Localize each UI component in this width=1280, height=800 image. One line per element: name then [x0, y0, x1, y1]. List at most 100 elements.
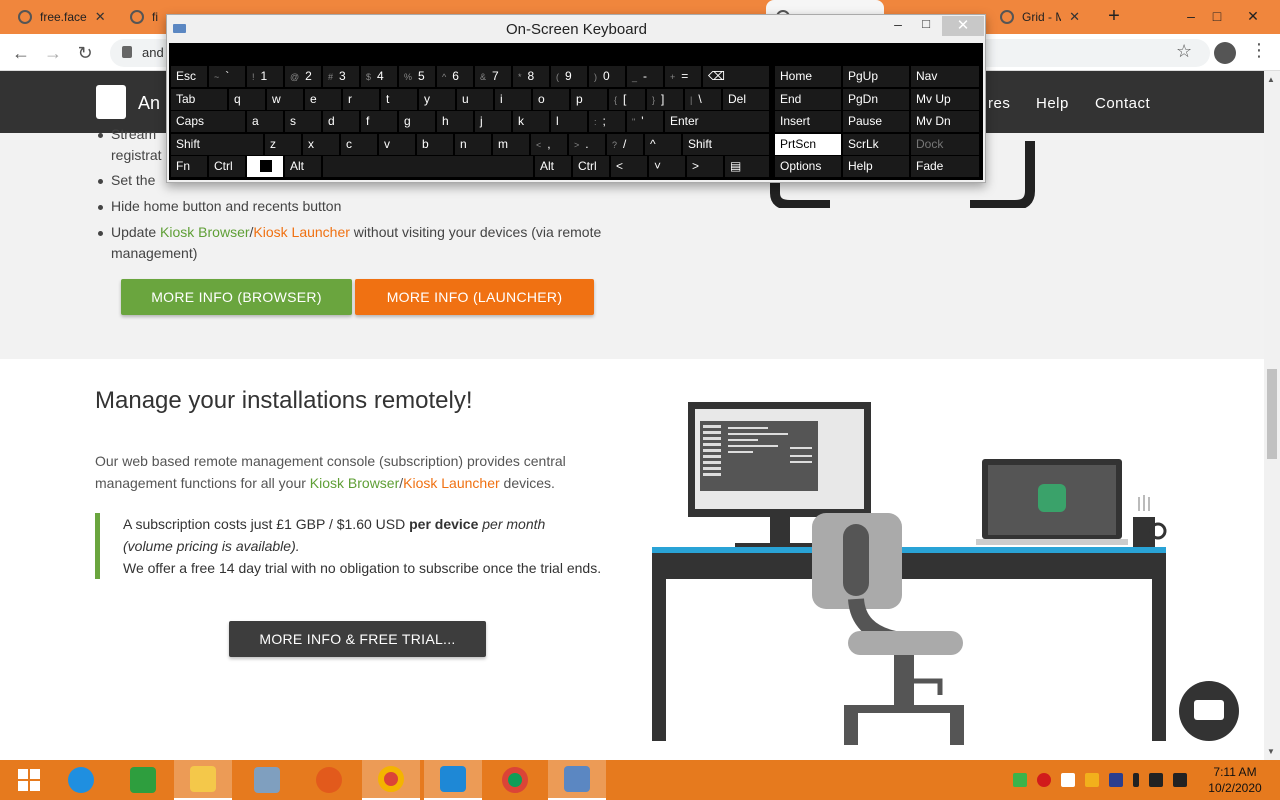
- forward-arrow-icon[interactable]: →: [40, 40, 66, 66]
- taskbar-file-explorer[interactable]: [174, 760, 232, 800]
- taskbar-chrome-2[interactable]: [486, 760, 544, 800]
- nav-link-help[interactable]: Help: [1036, 95, 1069, 112]
- key-backtick[interactable]: ~ `: [209, 66, 245, 87]
- taskbar-chrome[interactable]: [362, 760, 420, 800]
- key-tab[interactable]: Tab: [171, 89, 227, 110]
- key-a[interactable]: a: [247, 111, 283, 132]
- key-up-arrow-icon[interactable]: ^: [645, 134, 681, 155]
- key-mv-dn[interactable]: Mv Dn: [911, 111, 979, 132]
- key-quote[interactable]: " ': [627, 111, 663, 132]
- key-d[interactable]: d: [323, 111, 359, 132]
- tray-app-icon[interactable]: [1013, 773, 1027, 787]
- key-menu-icon[interactable]: ▤: [725, 156, 769, 177]
- site-logo-text[interactable]: An: [138, 93, 160, 114]
- key-t[interactable]: t: [381, 89, 417, 110]
- kiosk-browser-link[interactable]: Kiosk Browser: [160, 224, 249, 240]
- key-g[interactable]: g: [399, 111, 435, 132]
- key-p[interactable]: p: [571, 89, 607, 110]
- scrollbar-thumb[interactable]: [1267, 369, 1277, 459]
- key-slash[interactable]: ? /: [607, 134, 643, 155]
- new-tab-button[interactable]: +: [1102, 4, 1126, 28]
- tray-opera-icon[interactable]: [1037, 773, 1051, 787]
- kiosk-launcher-link[interactable]: Kiosk Launcher: [253, 224, 350, 240]
- key-comma[interactable]: <,: [531, 134, 567, 155]
- tray-office-icon[interactable]: [1085, 773, 1099, 787]
- key-7[interactable]: & 7: [475, 66, 511, 87]
- profile-avatar-icon[interactable]: [1214, 42, 1236, 64]
- key-8[interactable]: * 8: [513, 66, 549, 87]
- key-5[interactable]: % 5: [399, 66, 435, 87]
- key-windows-icon[interactable]: [247, 156, 283, 177]
- key-n[interactable]: n: [455, 134, 491, 155]
- key-q[interactable]: q: [229, 89, 265, 110]
- osk-maximize-button[interactable]: □: [913, 16, 939, 31]
- key-close-bracket[interactable]: }]: [647, 89, 683, 110]
- key-enter[interactable]: Enter: [665, 111, 769, 132]
- scroll-down-icon[interactable]: ▼: [1267, 747, 1275, 756]
- key-equals[interactable]: + =: [665, 66, 701, 87]
- key-2[interactable]: @2: [285, 66, 321, 87]
- browser-menu-icon[interactable]: ⋮: [1250, 40, 1268, 61]
- key-shift-right[interactable]: Shift: [683, 134, 769, 155]
- key-b[interactable]: b: [417, 134, 453, 155]
- key-u[interactable]: u: [457, 89, 493, 110]
- key-fn[interactable]: Fn: [171, 156, 207, 177]
- reload-icon[interactable]: ↻: [72, 40, 98, 66]
- osk-minimize-button[interactable]: –: [885, 16, 911, 32]
- key-shift-left[interactable]: Shift: [171, 134, 263, 155]
- battery-icon[interactable]: [1133, 773, 1139, 787]
- key-c[interactable]: c: [341, 134, 377, 155]
- key-3[interactable]: #3: [323, 66, 359, 87]
- taskbar-store[interactable]: [114, 760, 172, 800]
- key-dock[interactable]: Dock: [911, 134, 979, 155]
- key-0[interactable]: ) 0: [589, 66, 625, 87]
- nav-link-features[interactable]: res: [988, 95, 1010, 112]
- key-help[interactable]: Help: [843, 156, 909, 177]
- more-info-free-trial-button[interactable]: MORE INFO & FREE TRIAL...: [229, 621, 486, 657]
- key-scrlk[interactable]: ScrLk: [843, 134, 909, 155]
- key-down-arrow-icon[interactable]: ˅: [649, 156, 685, 177]
- key-e[interactable]: e: [305, 89, 341, 110]
- taskbar-clock[interactable]: 7:11 AM 10/2/2020: [1196, 764, 1274, 796]
- tray-flag-icon[interactable]: [1061, 773, 1075, 787]
- key-m[interactable]: m: [493, 134, 529, 155]
- key-insert[interactable]: Insert: [775, 111, 841, 132]
- key-1[interactable]: ! 1: [247, 66, 283, 87]
- osk-close-button[interactable]: ✕: [942, 16, 984, 36]
- scroll-up-icon[interactable]: ▲: [1267, 75, 1275, 84]
- key-y[interactable]: y: [419, 89, 455, 110]
- key-4[interactable]: $4: [361, 66, 397, 87]
- key-minus[interactable]: _ -: [627, 66, 663, 87]
- more-info-browser-button[interactable]: MORE INFO (BROWSER): [121, 279, 352, 315]
- more-info-launcher-button[interactable]: MORE INFO (LAUNCHER): [355, 279, 594, 315]
- taskbar-internet-explorer[interactable]: [52, 760, 110, 800]
- key-ctrl-left[interactable]: Ctrl: [209, 156, 245, 177]
- browser-tab[interactable]: free.face ✕: [8, 0, 118, 34]
- key-nav[interactable]: Nav: [911, 66, 979, 87]
- key-options[interactable]: Options: [775, 156, 841, 177]
- key-esc[interactable]: Esc: [171, 66, 207, 87]
- nav-link-contact[interactable]: Contact: [1095, 95, 1150, 112]
- key-z[interactable]: z: [265, 134, 301, 155]
- key-v[interactable]: v: [379, 134, 415, 155]
- taskbar-vscode[interactable]: [424, 760, 482, 800]
- back-arrow-icon[interactable]: ←: [8, 40, 34, 66]
- taskbar-on-screen-keyboard[interactable]: [548, 760, 606, 800]
- key-6[interactable]: ^ 6: [437, 66, 473, 87]
- key-9[interactable]: (9: [551, 66, 587, 87]
- bluetooth-icon[interactable]: [1109, 773, 1123, 787]
- key-r[interactable]: r: [343, 89, 379, 110]
- key-o[interactable]: o: [533, 89, 569, 110]
- key-j[interactable]: j: [475, 111, 511, 132]
- key-f[interactable]: f: [361, 111, 397, 132]
- key-caps[interactable]: Caps: [171, 111, 245, 132]
- bookmark-star-icon[interactable]: ☆: [1176, 41, 1192, 62]
- window-close-button[interactable]: ✕: [1230, 0, 1276, 34]
- key-open-bracket[interactable]: {[: [609, 89, 645, 110]
- site-logo-icon[interactable]: [96, 85, 126, 119]
- key-del[interactable]: Del: [723, 89, 769, 110]
- key-w[interactable]: w: [267, 89, 303, 110]
- key-alt-right[interactable]: Alt: [535, 156, 571, 177]
- page-scrollbar[interactable]: ▲ ▼: [1264, 71, 1280, 760]
- key-mv-up[interactable]: Mv Up: [911, 89, 979, 110]
